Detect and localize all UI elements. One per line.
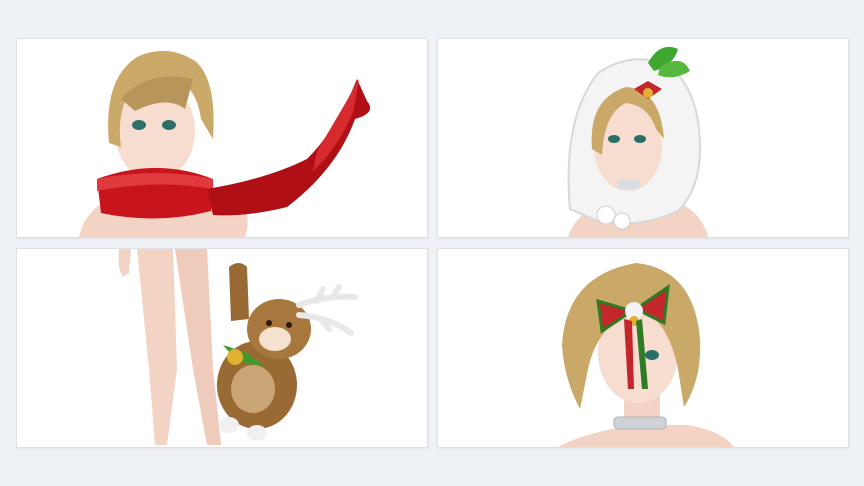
image-panel-fur-hood (437, 38, 849, 238)
image-panel-red-scarf (16, 38, 428, 238)
reindeer-plush-illustration (118, 249, 358, 445)
red-scarf-illustration (79, 50, 371, 237)
image-panel-bow-hair-clip (437, 248, 849, 448)
bow-hair-clip-illustration (558, 263, 734, 447)
image-panel-reindeer-plush (16, 248, 428, 448)
fur-hood-illustration (567, 46, 708, 237)
